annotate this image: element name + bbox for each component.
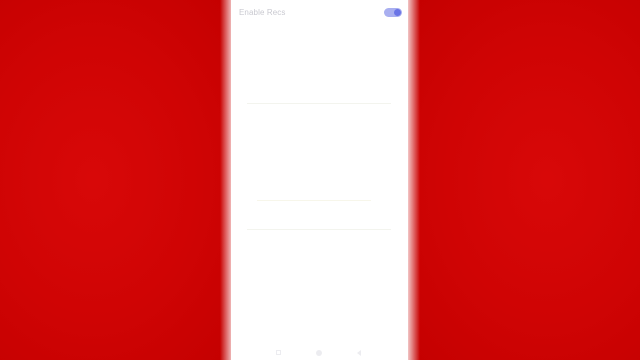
enable-setting-label: Enable Recs	[239, 7, 286, 17]
enable-toggle[interactable]	[384, 7, 402, 17]
screen: Enable Recs	[0, 0, 640, 360]
divider	[247, 103, 391, 104]
red-background-left	[0, 0, 232, 360]
enable-setting-row[interactable]: Enable Recs	[231, 0, 408, 24]
back-icon[interactable]	[357, 350, 361, 356]
glow-edge-right	[406, 0, 420, 360]
recents-icon[interactable]	[276, 350, 281, 355]
phone-screen: Enable Recs	[231, 0, 408, 360]
divider	[257, 200, 371, 201]
divider	[247, 229, 391, 230]
navigation-bar	[231, 346, 408, 360]
home-icon[interactable]	[316, 350, 322, 356]
red-background-right	[408, 0, 640, 360]
toggle-knob	[394, 8, 401, 16]
